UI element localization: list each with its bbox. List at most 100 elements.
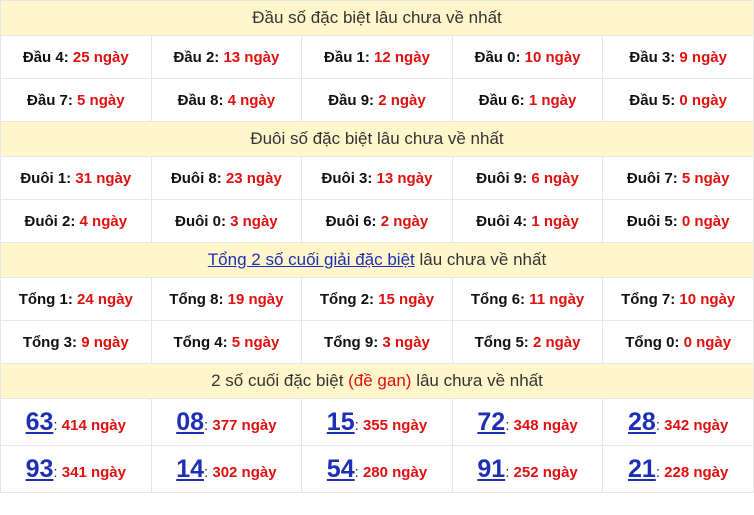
gan-number-link[interactable]: 14 <box>176 455 204 483</box>
gan-number-link[interactable]: 15 <box>327 408 355 436</box>
gan-number-link[interactable]: 63 <box>26 408 54 436</box>
dau-value: 1 ngày <box>528 91 577 109</box>
dau-label: Đầu 0: <box>474 48 521 66</box>
tong-cell: Tổng 6: 11 ngày <box>451 277 604 321</box>
tong-value: 0 ngày <box>683 333 732 351</box>
gan-value: 302 ngày <box>212 463 277 481</box>
dau-value: 2 ngày <box>378 91 426 109</box>
tong-title-rest: lâu chưa về nhất <box>414 250 547 269</box>
gan-cell: 63: 414 ngày <box>0 398 152 446</box>
dau-value: 25 ngày <box>72 48 129 66</box>
gan-colon: : <box>655 463 665 481</box>
dau-value: 9 ngày <box>679 48 727 66</box>
gan-header-row: 2 số cuối đặc biệt (đề gan) lâu chưa về … <box>0 363 754 399</box>
dau-label: Đầu 3: <box>629 48 676 66</box>
duoi-value: 3 ngày <box>230 212 278 230</box>
gan-cell: 93: 341 ngày <box>0 445 152 493</box>
dau-label: Đầu 9: <box>328 91 375 109</box>
gan-row: 93: 341 ngày 14: 302 ngày 54: 280 ngày 91: … <box>0 445 754 493</box>
tong-value: 10 ngày <box>679 290 736 308</box>
duoi-title-text: Đuôi số đặc biệt lâu chưa về nhất <box>250 129 504 148</box>
dau-label: Đầu 1: <box>324 48 370 66</box>
dau-title-text: Đầu số đặc biệt lâu chưa về nhất <box>252 8 502 27</box>
gan-number-link[interactable]: 91 <box>477 455 505 483</box>
duoi-label: Đuôi 2: <box>24 212 76 230</box>
tong-row: Tổng 1: 24 ngày Tổng 8: 19 ngày Tổng 2: 15… <box>0 277 754 321</box>
duoi-label: Đuôi 9: <box>476 169 528 187</box>
dau-cell: Đầu 1: 12 ngày <box>301 35 453 79</box>
gan-number-link[interactable]: 54 <box>327 455 355 483</box>
tong-label: Tổng 7: <box>621 290 676 308</box>
dau-row: Đầu 7: 5 ngày Đầu 8: 4 ngày Đầu 9: 2 ngày Đ… <box>0 78 754 122</box>
tong-value: 19 ngày <box>227 290 284 308</box>
duoi-label: Đuôi 6: <box>325 212 377 230</box>
tong-label: Tổng 8: <box>169 290 224 308</box>
duoi-cell: Đuôi 0: 3 ngày <box>150 199 303 243</box>
dau-label: Đầu 7: <box>27 91 73 109</box>
tong-value: 11 ngày <box>529 290 585 308</box>
tong-label: Tổng 0: <box>625 333 680 351</box>
gan-title-post: lâu chưa về nhất <box>411 371 543 390</box>
dau-label: Đầu 2: <box>173 48 220 66</box>
tong-value: 5 ngày <box>231 333 280 351</box>
tong-label: Tổng 3: <box>22 333 78 351</box>
gan-cell: 28: 342 ngày <box>602 398 754 446</box>
gan-value: 228 ngày <box>664 463 729 481</box>
tong-label: Tổng 4: <box>173 333 228 351</box>
gan-number-link[interactable]: 08 <box>176 408 204 436</box>
gan-value: 414 ngày <box>61 416 126 434</box>
tong-cell: Tổng 5: 2 ngày <box>451 320 604 364</box>
dau-value: 13 ngày <box>223 48 280 66</box>
duoi-cell: Đuôi 8: 23 ngày <box>150 156 303 200</box>
gan-cell: 72: 348 ngày <box>451 398 604 446</box>
dau-header-row: Đầu số đặc biệt lâu chưa về nhất <box>0 0 754 36</box>
duoi-value: 31 ngày <box>75 169 132 187</box>
dau-cell: Đầu 8: 4 ngày <box>150 78 303 122</box>
duoi-cell: Đuôi 6: 2 ngày <box>301 199 453 243</box>
dau-cell: Đầu 5: 0 ngày <box>602 78 754 122</box>
tong-label: Tổng 6: <box>470 290 526 308</box>
gan-number-link[interactable]: 21 <box>628 455 656 483</box>
dau-row: Đầu 4: 25 ngày Đầu 2: 13 ngày Đầu 1: 12 ng… <box>0 35 754 79</box>
duoi-label: Đuôi 5: <box>626 212 678 230</box>
gan-row: 63: 414 ngày 08: 377 ngày 15: 355 ngày 72: … <box>0 398 754 446</box>
stats-table: Đầu số đặc biệt lâu chưa về nhất Đầu 4: 2… <box>0 0 754 493</box>
gan-number-link[interactable]: 72 <box>477 408 505 436</box>
gan-colon: : <box>354 416 363 434</box>
duoi-header-row: Đuôi số đặc biệt lâu chưa về nhất <box>0 121 754 157</box>
dau-cell: Đầu 4: 25 ngày <box>0 35 152 79</box>
tong-value: 2 ngày <box>532 333 581 351</box>
gan-title-pre: 2 số cuối đặc biệt <box>211 371 349 390</box>
gan-value: 355 ngày <box>362 416 428 434</box>
dau-cell: Đầu 7: 5 ngày <box>0 78 152 122</box>
duoi-value: 23 ngày <box>225 169 282 187</box>
duoi-value: 2 ngày <box>380 212 429 230</box>
tong-header-row: Tổng 2 số cuối giải đặc biệt lâu chưa về… <box>0 242 754 278</box>
tong-value: 3 ngày <box>382 333 430 351</box>
duoi-value: 6 ngày <box>531 169 579 187</box>
gan-value: 341 ngày <box>61 463 126 481</box>
dau-label: Đầu 6: <box>478 91 525 109</box>
tong-title: Tổng 2 số cuối giải đặc biệt lâu chưa về… <box>0 242 754 278</box>
tong-value: 24 ngày <box>77 290 133 308</box>
tong-cell: Tổng 3: 9 ngày <box>0 320 152 364</box>
gan-colon: : <box>505 416 514 434</box>
duoi-label: Đuôi 3: <box>321 169 373 187</box>
duoi-value: 1 ngày <box>531 212 579 230</box>
duoi-label: Đuôi 7: <box>626 169 678 187</box>
gan-number-link[interactable]: 93 <box>26 455 54 483</box>
tong-value: 15 ngày <box>378 290 435 308</box>
gan-number-link[interactable]: 28 <box>628 408 656 436</box>
duoi-value: 0 ngày <box>681 212 730 230</box>
dau-value: 12 ngày <box>374 48 430 66</box>
duoi-cell: Đuôi 7: 5 ngày <box>602 156 754 200</box>
duoi-label: Đuôi 1: <box>20 169 72 187</box>
tong-cell: Tổng 7: 10 ngày <box>602 277 754 321</box>
tong-label: Tổng 9: <box>324 333 379 351</box>
gan-cell: 54: 280 ngày <box>301 445 453 493</box>
tong-title-link[interactable]: Tổng 2 số cuối giải đặc biệt <box>208 250 415 269</box>
dau-value: 4 ngày <box>227 91 276 109</box>
dau-cell: Đầu 9: 2 ngày <box>301 78 453 122</box>
gan-cell: 08: 377 ngày <box>150 398 303 446</box>
gan-colon: : <box>655 416 665 434</box>
